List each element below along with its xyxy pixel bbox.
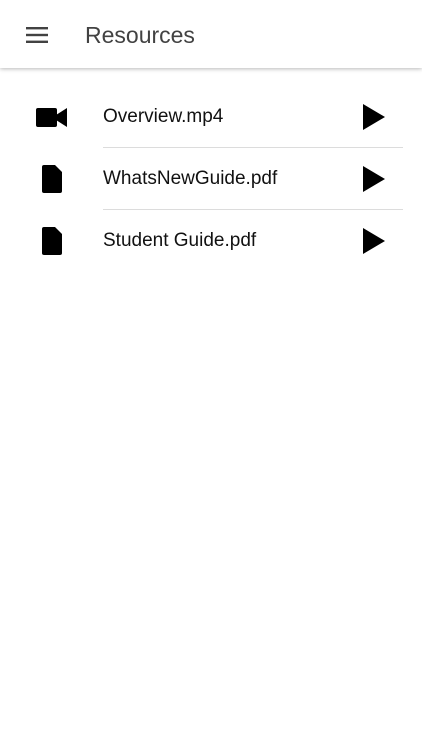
resource-item-whats-new-guide[interactable]: WhatsNewGuide.pdf bbox=[0, 148, 422, 210]
hamburger-menu-icon bbox=[26, 27, 48, 43]
play-icon[interactable] bbox=[358, 226, 388, 256]
page-title: Resources bbox=[85, 22, 195, 48]
resource-label: Overview.mp4 bbox=[103, 106, 224, 127]
document-icon bbox=[34, 225, 70, 257]
resource-item-student-guide[interactable]: Student Guide.pdf bbox=[0, 210, 422, 272]
menu-button[interactable] bbox=[22, 20, 52, 50]
app-bar: Resources bbox=[0, 0, 422, 68]
resource-label: Student Guide.pdf bbox=[103, 230, 257, 251]
video-camera-icon bbox=[34, 101, 70, 133]
play-icon[interactable] bbox=[358, 164, 388, 194]
play-icon[interactable] bbox=[358, 102, 388, 132]
resource-label: WhatsNewGuide.pdf bbox=[103, 168, 278, 189]
resource-item-overview[interactable]: Overview.mp4 bbox=[0, 86, 422, 148]
resource-list: Overview.mp4 WhatsNewGuide.pdf Student G… bbox=[0, 86, 422, 272]
document-icon bbox=[34, 163, 70, 195]
